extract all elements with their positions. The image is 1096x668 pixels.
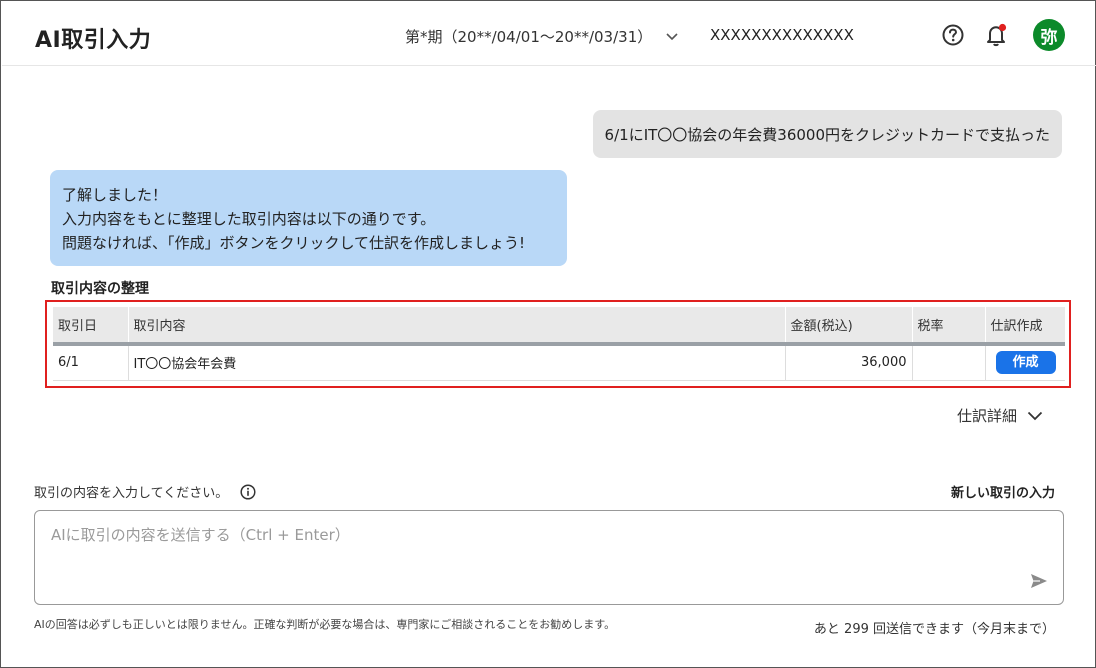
info-icon[interactable] [240, 483, 256, 500]
table-header-row: 取引日 取引内容 金額(税込) 税率 仕訳作成 [53, 307, 1065, 346]
chevron-down-icon [1027, 411, 1043, 421]
table-row: 6/1 IT〇〇協会年会費 36,000 作成 [53, 344, 1065, 381]
journal-detail-toggle[interactable]: 仕訳詳細 [957, 405, 1043, 426]
avatar[interactable]: 弥 [1033, 19, 1065, 51]
remaining-count: あと 299 回送信できます（今月末まで） [813, 622, 1055, 637]
user-message-bubble: 6/1にIT〇〇協会の年会費36000円をクレジットカードで支払った [592, 110, 1062, 158]
help-icon[interactable] [942, 24, 964, 46]
column-header-description: 取引内容 [128, 307, 786, 346]
period-selector[interactable]: 第*期（20**/04/01～20**/03/31） [405, 26, 678, 47]
new-transaction-link[interactable]: 新しい取引の入力 [951, 482, 1055, 501]
ai-message-line: 入力内容をもとに整理した取引内容は以下の通りです。 [62, 210, 436, 228]
column-header-journal: 仕訳作成 [985, 307, 1065, 346]
input-label: 取引の内容を入力してください。 [34, 482, 256, 501]
transaction-summary-highlight: 取引日 取引内容 金額(税込) 税率 仕訳作成 6/1 IT〇〇協会年会費 36… [45, 300, 1071, 388]
company-name: XXXXXXXXXXXXXX [710, 26, 854, 44]
notification-bell-icon[interactable] [986, 23, 1008, 47]
send-icon[interactable] [1030, 572, 1048, 590]
app-window: AI取引入力 第*期（20**/04/01～20**/03/31） XXXXXX… [0, 0, 1096, 668]
ai-disclaimer: AIの回答は必ずしも正しいとは限りません。正確な判断が必要な場合は、専門家にご相… [34, 618, 616, 631]
column-header-date: 取引日 [53, 307, 129, 346]
transaction-table: 取引日 取引内容 金額(税込) 税率 仕訳作成 6/1 IT〇〇協会年会費 36… [53, 307, 1065, 381]
create-journal-button[interactable]: 作成 [995, 351, 1056, 375]
cell-date: 6/1 [53, 344, 129, 381]
period-label: 第*期（20**/04/01～20**/03/31） [405, 28, 653, 46]
cell-description: IT〇〇協会年会費 [128, 344, 786, 381]
transaction-input[interactable]: AIに取引の内容を送信する（Ctrl + Enter） [34, 510, 1064, 605]
column-header-amount: 金額(税込) [785, 307, 913, 346]
chevron-down-icon [666, 31, 678, 43]
ai-message-line: 了解しました！ [62, 186, 168, 204]
cell-tax-rate [912, 344, 986, 381]
app-header: AI取引入力 第*期（20**/04/01～20**/03/31） XXXXXX… [2, 2, 1096, 66]
page-title: AI取引入力 [35, 28, 152, 53]
ai-message-bubble: 了解しました！ 入力内容をもとに整理した取引内容は以下の通りです。 問題なければ… [50, 170, 567, 266]
summary-title: 取引内容の整理 [51, 281, 149, 297]
cell-amount: 36,000 [785, 344, 913, 381]
journal-detail-label: 仕訳詳細 [957, 407, 1018, 425]
column-header-tax-rate: 税率 [912, 307, 986, 346]
notification-dot [998, 23, 1007, 32]
input-label-text: 取引の内容を入力してください。 [34, 486, 229, 501]
input-placeholder: AIに取引の内容を送信する（Ctrl + Enter） [51, 526, 350, 544]
cell-action: 作成 [985, 344, 1065, 381]
ai-message-line: 問題なければ、「作成」ボタンをクリックして仕訳を作成しましょう! [62, 234, 526, 252]
